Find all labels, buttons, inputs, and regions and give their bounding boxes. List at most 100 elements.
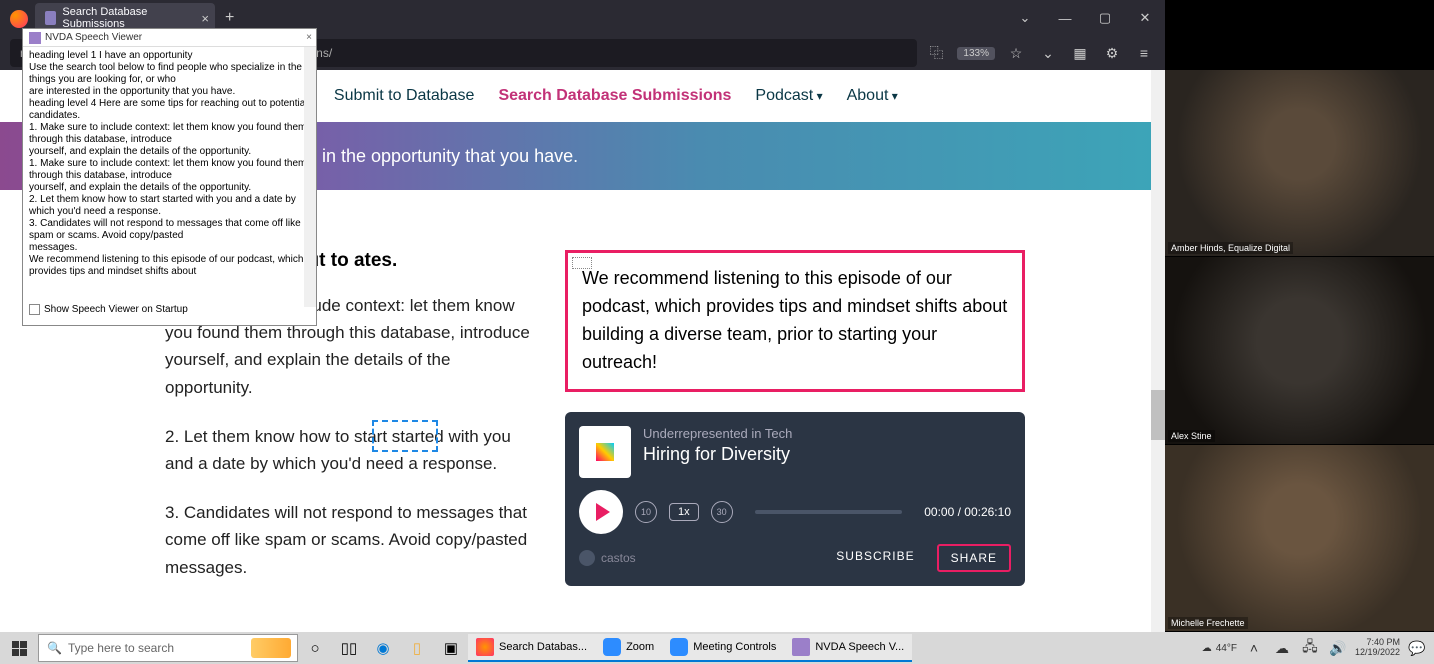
duration: 00:26:10 xyxy=(964,505,1011,519)
nav-submit[interactable]: Submit to Database xyxy=(334,87,475,105)
recommend-text: We recommend listening to this episode o… xyxy=(582,268,1007,372)
zoom-icon xyxy=(603,638,621,656)
nvda-line: 2. Let them know how to start started wi… xyxy=(29,194,310,218)
nvda-line: We recommend listening to this episode o… xyxy=(29,254,310,278)
play-icon xyxy=(596,503,610,521)
new-tab-button[interactable]: + xyxy=(225,9,234,27)
notifications-icon[interactable]: 💬 xyxy=(1406,637,1428,659)
firefox-icon xyxy=(476,638,494,656)
speed-button[interactable]: 1x xyxy=(669,503,699,521)
forward-button[interactable]: 30 xyxy=(711,501,733,523)
weather-temp: 44°F xyxy=(1216,643,1237,654)
nvda-line: 3. Candidates will not respond to messag… xyxy=(29,218,310,242)
weather-widget[interactable]: ☁ 44°F xyxy=(1202,643,1237,654)
player-footer: castos SUBSCRIBE SHARE xyxy=(579,544,1011,572)
dropdown-icon[interactable]: ⌄ xyxy=(1005,0,1045,36)
date: 12/19/2022 xyxy=(1355,648,1400,658)
nvda-line: yourself, and explain the details of the… xyxy=(29,182,310,194)
store-icon[interactable]: ▣ xyxy=(436,634,466,662)
participant-video[interactable]: Amber Hinds, Equalize Digital xyxy=(1165,70,1434,257)
app-label: Search Databas... xyxy=(499,641,587,653)
participant-name: Michelle Frechette xyxy=(1168,617,1248,629)
windows-logo-icon xyxy=(12,641,27,656)
cortana-icon[interactable]: ○ xyxy=(300,634,330,662)
nvda-icon xyxy=(792,638,810,656)
maximize-button[interactable]: ▢ xyxy=(1085,0,1125,36)
progress-bar[interactable] xyxy=(755,510,903,514)
play-button[interactable] xyxy=(579,490,623,534)
scrollbar-thumb[interactable] xyxy=(1151,390,1165,440)
nvda-titlebar[interactable]: NVDA Speech Viewer × xyxy=(23,29,316,47)
nav-about[interactable]: About xyxy=(847,87,898,105)
nvda-line: 1. Make sure to include context: let the… xyxy=(29,158,310,182)
video-feed xyxy=(1165,445,1434,631)
player-controls: 10 1x 30 00:00 / 00:26:10 xyxy=(579,490,1011,534)
taskbar-firefox[interactable]: Search Databas... xyxy=(468,634,595,662)
startup-checkbox[interactable] xyxy=(29,304,40,315)
nvda-close-button[interactable]: × xyxy=(306,32,312,43)
time-display: 00:00 / 00:26:10 xyxy=(924,505,1011,519)
edge-icon[interactable]: ◉ xyxy=(368,634,398,662)
task-view-icon[interactable]: ▯▯ xyxy=(334,634,364,662)
podcast-titles: Underrepresented in Tech Hiring for Dive… xyxy=(643,426,792,478)
app-label: Meeting Controls xyxy=(693,641,776,653)
subscribe-button[interactable]: SUBSCRIBE xyxy=(824,544,926,572)
tab-title: Search Database Submissions xyxy=(62,6,185,30)
player-header: Underrepresented in Tech Hiring for Dive… xyxy=(579,426,1011,478)
show-name: Underrepresented in Tech xyxy=(643,426,792,441)
system-tray: ☁ 44°F ˄ ☁ 🖧 🔊 7:40 PM 12/19/2022 💬 xyxy=(1202,637,1434,659)
taskbar-nvda[interactable]: NVDA Speech V... xyxy=(784,634,912,662)
participant-video[interactable]: Michelle Frechette xyxy=(1165,445,1434,632)
bookmark-icon[interactable]: ☆ xyxy=(1005,42,1027,64)
nvda-line: Use the search tool below to find people… xyxy=(29,62,310,86)
onedrive-icon[interactable]: ☁ xyxy=(1271,637,1293,659)
clock[interactable]: 7:40 PM 12/19/2022 xyxy=(1355,638,1400,658)
podcast-player: Underrepresented in Tech Hiring for Dive… xyxy=(565,412,1025,586)
explorer-icon[interactable]: ▯ xyxy=(402,634,432,662)
participant-name: Alex Stine xyxy=(1168,430,1215,442)
extension-icon[interactable]: ▦ xyxy=(1069,42,1091,64)
settings-icon[interactable]: ⚙ xyxy=(1101,42,1123,64)
participant-video[interactable]: Alex Stine xyxy=(1165,257,1434,444)
tip-item: 2. Let them know how to start started wi… xyxy=(165,423,535,477)
taskbar-search[interactable]: 🔍 Type here to search xyxy=(38,634,298,662)
recommend-callout: We recommend listening to this episode o… xyxy=(565,250,1025,392)
podcast-artwork xyxy=(579,426,631,478)
volume-icon[interactable]: 🔊 xyxy=(1327,637,1349,659)
nav-podcast[interactable]: Podcast xyxy=(755,87,822,105)
nvda-title-text: NVDA Speech Viewer xyxy=(45,32,142,43)
hero-text: in the opportunity that you have. xyxy=(322,146,578,167)
taskbar-zoom[interactable]: Zoom xyxy=(595,634,662,662)
minimize-button[interactable]: — xyxy=(1045,0,1085,36)
castos-label: castos xyxy=(601,551,636,565)
zoom-indicator[interactable]: 133% xyxy=(957,47,995,60)
taskbar-meeting[interactable]: Meeting Controls xyxy=(662,634,784,662)
reader-icon[interactable]: ⿻ xyxy=(925,42,947,64)
nav-search[interactable]: Search Database Submissions xyxy=(498,87,731,105)
start-button[interactable] xyxy=(0,632,38,664)
tray-chevron-icon[interactable]: ˄ xyxy=(1243,637,1265,659)
menu-icon[interactable]: ≡ xyxy=(1133,42,1155,64)
video-feed xyxy=(1165,257,1434,443)
window-controls: ⌄ — ▢ ✕ xyxy=(1005,0,1165,36)
nvda-scrollbar[interactable] xyxy=(304,47,316,307)
castos-badge[interactable]: castos xyxy=(579,550,636,566)
url-toolbar-icons: ⿻ 133% ☆ ⌄ ▦ ⚙ ≡ xyxy=(925,42,1155,64)
nvda-line: 1. Make sure to include context: let the… xyxy=(29,122,310,146)
nvda-line: heading level 1 I have an opportunity xyxy=(29,50,310,62)
video-participants-panel: Amber Hinds, Equalize Digital Alex Stine… xyxy=(1165,70,1434,632)
page-scrollbar[interactable] xyxy=(1151,70,1165,632)
network-icon[interactable]: 🖧 xyxy=(1299,637,1321,659)
share-button[interactable]: SHARE xyxy=(937,544,1011,572)
close-window-button[interactable]: ✕ xyxy=(1125,0,1165,36)
castos-icon xyxy=(579,550,595,566)
firefox-icon xyxy=(10,10,28,28)
close-tab-icon[interactable]: × xyxy=(201,11,209,26)
keyboard-focus-box xyxy=(372,420,438,452)
current-time: 00:00 xyxy=(924,505,954,519)
rewind-button[interactable]: 10 xyxy=(635,501,657,523)
pocket-icon[interactable]: ⌄ xyxy=(1037,42,1059,64)
startup-checkbox-label: Show Speech Viewer on Startup xyxy=(44,304,188,315)
menorah-icon xyxy=(251,638,291,658)
favicon-icon xyxy=(45,11,56,25)
